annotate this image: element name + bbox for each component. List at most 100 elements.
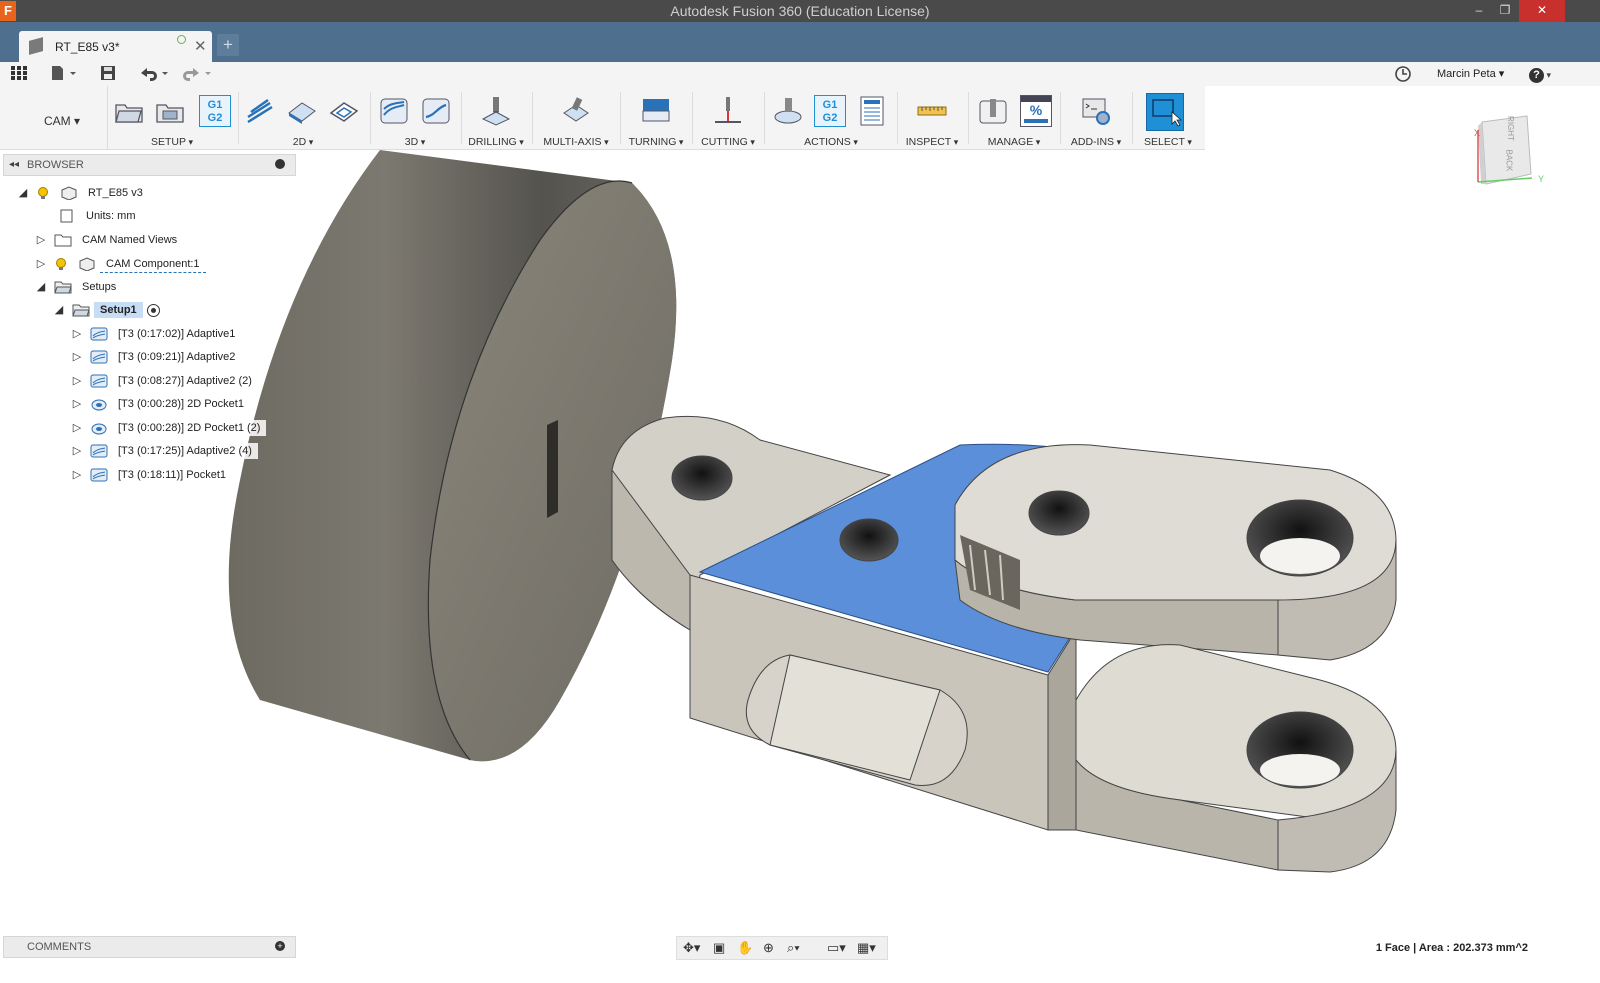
operation-row[interactable]: ▷ [T3 (0:17:02)] Adaptive1 [70, 324, 242, 344]
close-tab-button[interactable]: ✕ [194, 37, 207, 55]
multiaxis-icon[interactable] [560, 95, 592, 127]
units-label: Units: mm [80, 208, 142, 224]
cylinder-stock[interactable] [228, 150, 677, 762]
browser-options-icon[interactable] [275, 159, 285, 169]
inspect-group-label[interactable]: INSPECT [900, 136, 964, 148]
redo-icon[interactable] [180, 65, 212, 83]
addins-group-label[interactable]: ADD-INS [1064, 136, 1128, 148]
tree-cam-component[interactable]: ▷ CAM Component:1 [34, 254, 206, 274]
tree-setups[interactable]: ◢ Setups [34, 277, 123, 297]
setup-group-label[interactable]: SETUP [108, 136, 236, 148]
inspect-group: INSPECT [900, 86, 964, 150]
zoom-icon[interactable]: ⊕ [763, 940, 774, 958]
operation-row[interactable]: ▷ [T3 (0:18:11)] Pocket1 [70, 465, 233, 485]
adaptive-op-icon [90, 468, 108, 482]
fit-zoom-icon[interactable]: ⌕▾ [787, 940, 800, 958]
undo-icon[interactable] [138, 65, 170, 83]
expand-triangle-icon[interactable]: ▷ [70, 397, 84, 411]
expand-triangle-icon[interactable]: ▷ [70, 374, 84, 388]
selection-status: 1 Face | Area : 202.373 mm^2 [1375, 942, 1528, 954]
post-process-icon[interactable]: G1 G2 [814, 95, 846, 127]
job-status-clock-icon[interactable] [1393, 65, 1413, 83]
collapse-triangle-icon[interactable]: ◢ [34, 280, 48, 294]
folder-setup-icon[interactable] [154, 95, 186, 127]
cutting-group-label[interactable]: CUTTING [696, 136, 760, 148]
expand-triangle-icon[interactable]: ▷ [70, 421, 84, 435]
select-group-label[interactable]: SELECT [1136, 136, 1200, 148]
save-icon[interactable] [98, 65, 118, 83]
data-panel-grid-icon[interactable] [9, 65, 29, 83]
browser-panel-header[interactable]: ◂◂ BROWSER [3, 154, 296, 176]
templates-icon[interactable]: % [1020, 95, 1052, 127]
multiaxis-group-label[interactable]: MULTI-AXIS [536, 136, 616, 148]
actions-group-label[interactable]: ACTIONS [768, 136, 894, 148]
tree-root[interactable]: ◢ RT_E85 v3 [16, 183, 149, 203]
collapse-triangle-icon[interactable]: ◢ [16, 186, 30, 200]
new-setup-icon[interactable] [113, 95, 145, 127]
turning-group-label[interactable]: TURNING [624, 136, 688, 148]
operation-row[interactable]: ▷ [T3 (0:09:21)] Adaptive2 [70, 347, 242, 367]
add-comment-icon[interactable]: + [275, 941, 285, 951]
3d-adaptive-icon[interactable] [378, 95, 410, 127]
3d-group-label[interactable]: 3D [372, 136, 458, 148]
user-menu[interactable]: Marcin Peta ▾ [1437, 65, 1504, 83]
drilling-group-label[interactable]: DRILLING [464, 136, 528, 148]
operation-label: [T3 (0:09:21)] Adaptive2 [112, 349, 242, 365]
expand-triangle-icon[interactable]: ▷ [70, 350, 84, 364]
3d-viewport[interactable] [0, 150, 1600, 930]
help-menu[interactable]: ? ▾ [1527, 65, 1553, 83]
drill-icon[interactable] [480, 95, 512, 127]
addins-group: ADD-INS [1064, 86, 1128, 150]
expand-triangle-icon[interactable]: ▷ [70, 327, 84, 341]
g1g2-setup-icon[interactable]: G1 G2 [199, 95, 231, 127]
expand-triangle-icon[interactable]: ▷ [70, 468, 84, 482]
collapse-triangle-icon[interactable]: ◢ [52, 303, 66, 317]
comments-panel-header[interactable]: COMMENTS + [3, 936, 296, 958]
2d-adaptive-icon[interactable] [244, 95, 276, 127]
measure-icon[interactable] [916, 95, 948, 127]
simulate-icon[interactable] [772, 95, 804, 127]
adaptive-op-icon [90, 444, 108, 458]
close-button[interactable]: ✕ [1519, 0, 1565, 22]
operation-row[interactable]: ▷ [T3 (0:17:25)] Adaptive2 (4) [70, 441, 258, 461]
expand-triangle-icon[interactable]: ▷ [34, 257, 48, 271]
manage-group-label[interactable]: MANAGE [972, 136, 1056, 148]
select-icon[interactable] [1146, 93, 1184, 131]
tree-setup1[interactable]: ◢ Setup1 [52, 300, 160, 320]
3d-pocket-icon[interactable] [420, 95, 452, 127]
scripts-addins-icon[interactable] [1080, 95, 1112, 127]
view-cube[interactable]: RIGHT BACK X Y [1474, 112, 1546, 192]
document-tab[interactable]: RT_E85 v3* ✕ [19, 31, 212, 62]
expand-triangle-icon[interactable]: ▷ [34, 233, 48, 247]
file-menu-icon[interactable] [50, 65, 78, 83]
grid-settings-icon[interactable]: ▦▾ [857, 940, 876, 958]
workspace-switcher[interactable]: CAM ▾ [14, 86, 108, 150]
2d-pocket-icon[interactable] [286, 95, 318, 127]
operation-row[interactable]: ▷ [T3 (0:00:28)] 2D Pocket1 (2) [70, 418, 267, 438]
turning-icon[interactable] [640, 95, 672, 127]
activate-radio-icon[interactable] [146, 303, 160, 317]
expand-triangle-icon[interactable]: ▷ [70, 444, 84, 458]
cam-part-body[interactable] [611, 415, 1397, 873]
new-tab-button[interactable]: + [217, 34, 239, 56]
tree-named-views[interactable]: ▷ CAM Named Views [34, 230, 184, 250]
operation-row[interactable]: ▷ [T3 (0:00:28)] 2D Pocket1 [70, 394, 250, 414]
tree-units[interactable]: Units: mm [52, 206, 142, 226]
pan-hand-icon[interactable]: ✋ [737, 940, 753, 958]
lightbulb-icon[interactable] [54, 257, 72, 271]
display-settings-icon[interactable]: ▭▾ [827, 940, 846, 958]
orbit-icon[interactable]: ✥▾ [683, 940, 700, 958]
minimize-button[interactable]: – [1465, 0, 1493, 22]
2d-group-label[interactable]: 2D [240, 136, 366, 148]
setup-sheet-icon[interactable] [856, 95, 888, 127]
look-at-icon[interactable]: ▣ [713, 940, 725, 958]
setup-group: G1 G2 SETUP [108, 86, 236, 150]
restore-button[interactable]: ❐ [1491, 0, 1519, 22]
cutting-icon[interactable] [712, 95, 744, 127]
operation-row[interactable]: ▷ [T3 (0:08:27)] Adaptive2 (2) [70, 371, 258, 391]
collapse-panel-icon[interactable]: ◂◂ [9, 159, 19, 170]
2d-contour-icon[interactable] [328, 95, 360, 127]
lightbulb-icon[interactable] [36, 186, 54, 200]
user-name: Marcin Peta [1437, 68, 1496, 80]
tool-library-icon[interactable] [977, 95, 1009, 127]
